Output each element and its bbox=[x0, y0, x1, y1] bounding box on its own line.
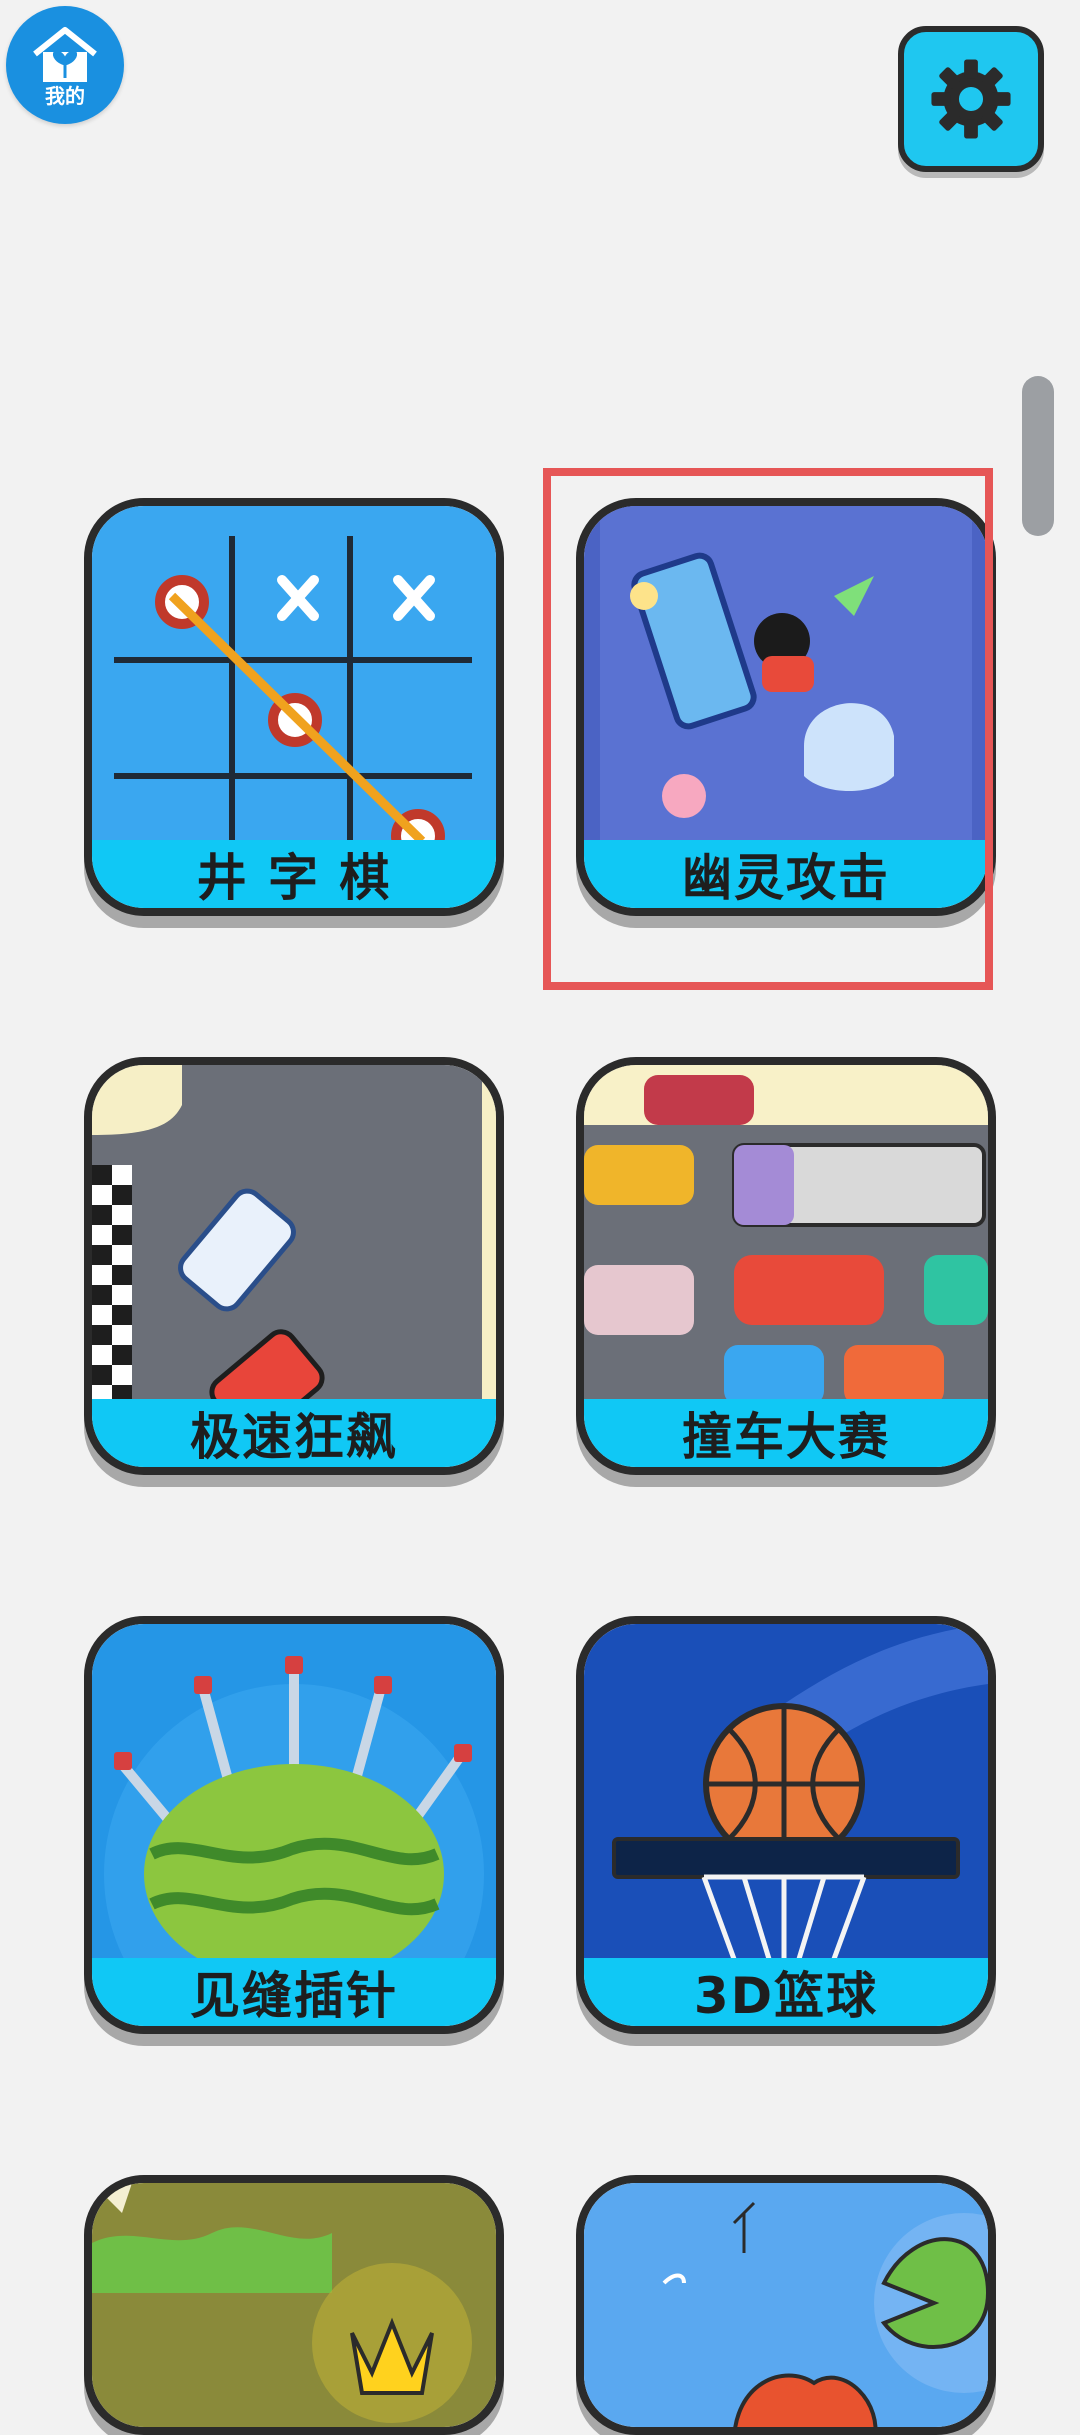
game-name-bar: 极速狂飙 bbox=[92, 1399, 496, 1467]
mine-button[interactable]: 我的 bbox=[6, 6, 124, 124]
mine-label: 我的 bbox=[45, 84, 85, 108]
selection-highlight bbox=[543, 468, 993, 990]
game-name-bar: 3D篮球 bbox=[584, 1958, 988, 2026]
game-tile-jungle-crown[interactable] bbox=[84, 2175, 504, 2435]
game-name: 3D篮球 bbox=[693, 1967, 879, 2025]
frog-pond-art bbox=[584, 2183, 988, 2427]
tic-tac-toe-art bbox=[92, 506, 496, 841]
game-tile-knife-watermelon[interactable]: 见缝插针 bbox=[84, 1616, 504, 2034]
game-tile-tic-tac-toe[interactable]: 井 字 棋 bbox=[84, 498, 504, 916]
game-name: 见缝插针 bbox=[190, 1967, 398, 2025]
game-name-bar: 井 字 棋 bbox=[92, 840, 496, 908]
car-crash-art bbox=[584, 1065, 988, 1400]
gear-icon bbox=[931, 59, 1011, 139]
game-tile-frog-pond[interactable] bbox=[576, 2175, 996, 2435]
game-name-bar: 撞车大赛 bbox=[584, 1399, 988, 1467]
jungle-crown-art bbox=[92, 2183, 496, 2427]
settings-button[interactable] bbox=[898, 26, 1044, 172]
game-tile-basketball[interactable]: 3D篮球 bbox=[576, 1616, 996, 2034]
racing-art bbox=[92, 1065, 496, 1400]
game-tile-racing[interactable]: 极速狂飙 bbox=[84, 1057, 504, 1475]
game-name-bar: 见缝插针 bbox=[92, 1958, 496, 2026]
house-leaf-icon bbox=[33, 27, 97, 82]
game-name: 撞车大赛 bbox=[682, 1408, 890, 1466]
basketball-art bbox=[584, 1624, 988, 1959]
game-tile-car-crash[interactable]: 撞车大赛 bbox=[576, 1057, 996, 1475]
knife-watermelon-art bbox=[92, 1624, 496, 1959]
scrollbar[interactable] bbox=[1022, 376, 1054, 536]
game-name: 极速狂飙 bbox=[190, 1408, 398, 1466]
game-name: 井 字 棋 bbox=[196, 849, 392, 907]
